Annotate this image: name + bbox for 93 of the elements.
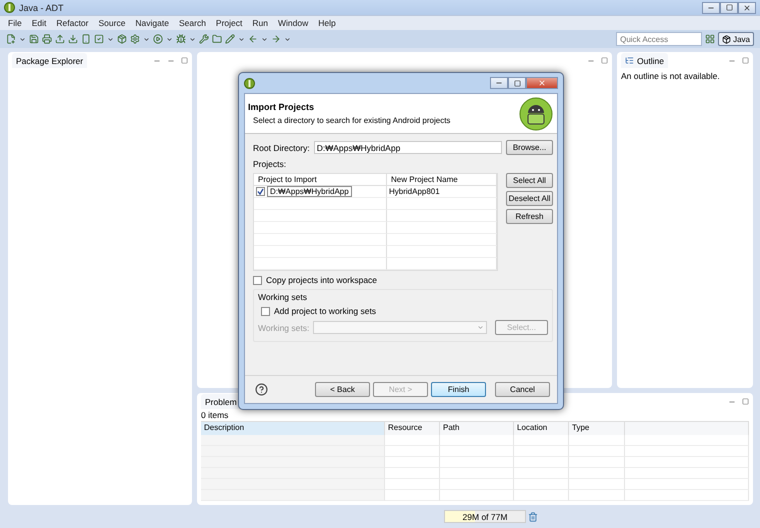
caret-icon[interactable]: [189, 36, 196, 42]
column-header[interactable]: New Project Name: [387, 174, 497, 186]
menu-item[interactable]: Run: [252, 18, 268, 28]
trash-icon[interactable]: [528, 512, 538, 522]
maximize-icon[interactable]: [601, 57, 608, 64]
item-count: 0 items: [200, 410, 230, 420]
app-logo-icon: [244, 78, 255, 88]
caret-icon[interactable]: [284, 36, 291, 42]
caret-icon[interactable]: [19, 36, 26, 42]
column-header[interactable]: Resource: [385, 422, 440, 435]
wrench-icon[interactable]: [199, 34, 209, 44]
list-action-button[interactable]: Select All: [506, 173, 553, 188]
help-icon[interactable]: [255, 383, 268, 396]
minimize-button[interactable]: [490, 77, 508, 89]
view-tab[interactable]: Outline: [621, 53, 668, 68]
gear-icon[interactable]: [130, 34, 140, 44]
bug-icon[interactable]: [176, 34, 186, 44]
robot-logo-icon: [519, 96, 553, 130]
view-tab[interactable]: Package Explorer: [12, 53, 88, 68]
maximize-icon[interactable]: [742, 57, 749, 64]
menu-item[interactable]: Navigate: [135, 18, 169, 28]
package-icon[interactable]: [117, 34, 127, 44]
project-path-cell[interactable]: D:₩Apps₩HybridApp: [267, 186, 352, 197]
menu-item[interactable]: Edit: [32, 18, 46, 28]
column-header[interactable]: Path: [440, 422, 514, 435]
maximize-button[interactable]: [508, 77, 526, 89]
perspective-button[interactable]: Java: [718, 32, 754, 46]
menu-item[interactable]: Search: [178, 18, 206, 28]
outline-icon: [625, 56, 634, 65]
maximize-icon: [726, 4, 732, 11]
wizard-button[interactable]: Finish: [431, 382, 486, 397]
package-icon: [722, 34, 732, 44]
caret-icon[interactable]: [166, 36, 173, 42]
upload-icon[interactable]: [55, 34, 65, 44]
quick-access-field[interactable]: Quick Access: [616, 32, 702, 46]
root-directory-field[interactable]: D:₩Apps₩HybridApp: [314, 141, 502, 154]
menu-item[interactable]: File: [8, 18, 22, 28]
project-name-cell: HybridApp801: [389, 187, 440, 196]
column-header[interactable]: Project to Import: [254, 174, 387, 186]
close-icon: [743, 4, 751, 12]
caret-icon[interactable]: [143, 36, 150, 42]
pencil-icon[interactable]: [225, 34, 235, 44]
working-sets-label: Working sets:: [258, 322, 310, 332]
minimize-button[interactable]: [702, 2, 720, 14]
maximize-icon: [514, 80, 520, 86]
play-icon[interactable]: [153, 34, 163, 44]
app-logo-icon: [4, 2, 15, 13]
menu-item[interactable]: Refactor: [56, 18, 88, 28]
copy-option-label: Copy projects into workspace: [266, 275, 378, 285]
wizard-button[interactable]: < Back: [315, 382, 370, 397]
menu-item[interactable]: Project: [216, 18, 242, 28]
add-option-label: Add project to working sets: [274, 306, 376, 316]
close-icon: [538, 79, 546, 87]
wizard-button[interactable]: Cancel: [495, 382, 550, 397]
checkbox[interactable]: [253, 276, 262, 284]
heap-status[interactable]: 29M of 77M: [444, 510, 526, 523]
forward-arrow-icon[interactable]: [271, 34, 281, 44]
open-perspective-icon[interactable]: [705, 34, 716, 44]
column-header[interactable]: Description: [201, 422, 385, 435]
caret-icon[interactable]: [107, 36, 114, 42]
list-action-button[interactable]: Deselect All: [506, 191, 553, 206]
view-tab[interactable]: Problem: [201, 394, 241, 409]
projects-label: Projects:: [253, 159, 288, 169]
list-action-button[interactable]: Refresh: [506, 209, 553, 224]
folder-icon[interactable]: [212, 34, 222, 44]
group-title: Working sets: [258, 292, 308, 302]
menu-item[interactable]: Source: [98, 18, 126, 28]
checkbox-icon[interactable]: [94, 34, 104, 44]
menu-item[interactable]: Help: [318, 18, 336, 28]
browse-button[interactable]: Browse...: [506, 140, 553, 155]
caret-icon[interactable]: [238, 36, 245, 42]
dialog-title: Import Projects: [248, 102, 316, 112]
maximize-icon[interactable]: [181, 57, 188, 64]
window-title: Java - ADT: [19, 2, 64, 12]
column-header[interactable]: Type: [569, 422, 625, 435]
maximize-icon[interactable]: [742, 398, 749, 405]
back-arrow-icon[interactable]: [248, 34, 258, 44]
caret-icon[interactable]: [261, 36, 268, 42]
printer-icon[interactable]: [42, 34, 52, 44]
maximize-button[interactable]: [720, 2, 738, 14]
close-button[interactable]: [738, 2, 756, 14]
dialog-subtitle: Select a directory to search for existing Android projects: [252, 116, 452, 125]
menu-item[interactable]: Window: [278, 18, 308, 28]
new-file-icon[interactable]: [6, 34, 16, 44]
column-header[interactable]: Location: [514, 422, 569, 435]
root-directory-label: Root Directory:: [253, 142, 310, 152]
outline-message: An outline is not available.: [620, 70, 721, 83]
close-button[interactable]: [526, 77, 558, 89]
download-icon[interactable]: [68, 34, 78, 44]
phone-icon[interactable]: [81, 34, 91, 44]
checkbox[interactable]: [256, 187, 265, 196]
caret-icon: [476, 324, 484, 331]
save-icon[interactable]: [29, 34, 39, 44]
